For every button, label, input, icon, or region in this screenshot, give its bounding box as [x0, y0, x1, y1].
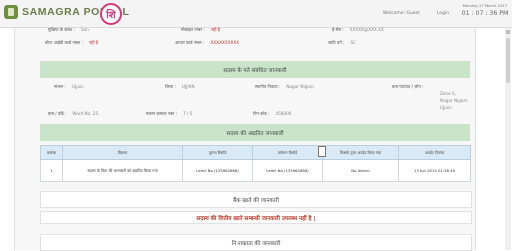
zone-field: ग्राम पंचायत / ज़ोन : Zone 5, Nagar Niga… [392, 84, 468, 110]
district-field: ज़िला : UJJAIN [165, 84, 195, 89]
time-text: 01 : 07 : 36 PM [461, 10, 509, 17]
column-header: विवरण [62, 145, 183, 160]
pincode-field: पिन कोड :456006 [253, 111, 292, 116]
table-row: 1 सदस्य के पिता की जानकारी को अद्यतित कि… [40, 159, 471, 182]
caste-field: जाति वर्ग : SC [328, 40, 357, 45]
column-header: अपडेट दिनांक [398, 145, 471, 160]
table-header-row: क्रमांक विवरण पुराना रिकॉर्ड वर्तमान रिक… [40, 145, 471, 160]
house-no-field: मकान क्रमांक नंबर :7 / 5 [146, 111, 193, 116]
login-link[interactable]: Login [437, 11, 449, 16]
updates-table: क्रमांक विवरण पुराना रिकॉर्ड वर्तमान रिक… [40, 145, 471, 182]
relation-field: मुखिया के संबंध : Son [48, 27, 89, 32]
table-cell: No Admin [322, 159, 399, 182]
portal-logo-icon [4, 5, 18, 19]
table-cell: Lemil No (135962686) [182, 159, 253, 182]
date-text: Monday,17 March 2017 [462, 3, 508, 8]
email-field: ई-मेल : XXXXX@XXX.XX [332, 27, 384, 32]
datetime: Monday,17 March 2017 01 : 07 : 36 PM [461, 3, 509, 17]
mobile-field: मोबाइल नम्बर : नहीं है [181, 27, 221, 32]
scroll-up-icon[interactable] [506, 30, 510, 34]
updates-section-header: सदस्य की अद्यतित जानकारी [40, 124, 470, 141]
top-bar: SAMAGRA PORTAL शि Welcome: Guest Login M… [0, 0, 512, 28]
voter-id-field: वोटर आईडी कार्ड नम्बर : नहीं है [45, 40, 99, 45]
scroll-thumb[interactable] [506, 38, 510, 83]
aadhaar-field: आधार कार्ड नम्बर : XXXXXXXXXX [175, 40, 240, 45]
table-cell: सदस्य के पिता की जानकारी को अद्यतित किया… [62, 159, 183, 182]
column-header: पुराना रिकॉर्ड [182, 145, 253, 160]
table-cell: 1 [40, 159, 63, 182]
column-header: क्रमांक [40, 145, 63, 160]
bank-info-message: सदस्य की वित्तीय खाते सम्बन्धी जानकारी उ… [40, 211, 472, 224]
column-header: वर्तमान रिकॉर्ड [252, 145, 323, 160]
ward-field: ग्राम / वॉर्ड : Ward No. 25 [48, 111, 99, 116]
local-body-field: स्थानीय निकाय : Nagar Nigam [255, 84, 314, 89]
column-header: किसके द्वारा अपडेट किया गया [322, 145, 399, 160]
disability-section-header: नि:शक्तता की जानकारी [40, 234, 472, 251]
document-icon [318, 146, 326, 157]
division-field: संभाग : Ujjain [54, 84, 84, 89]
table-cell: 13 Jun 2014 01:36:49 [398, 159, 471, 182]
emblem-logo-icon: शि [100, 3, 122, 25]
bank-section-header: बैंक खाते की जानकारी [40, 191, 472, 208]
address-section-header: सदस्य के पते संबंधित जानकारी [40, 61, 470, 78]
table-cell: Lemil No (135962686) [252, 159, 323, 182]
welcome-text: Welcome: Guest [383, 11, 420, 16]
